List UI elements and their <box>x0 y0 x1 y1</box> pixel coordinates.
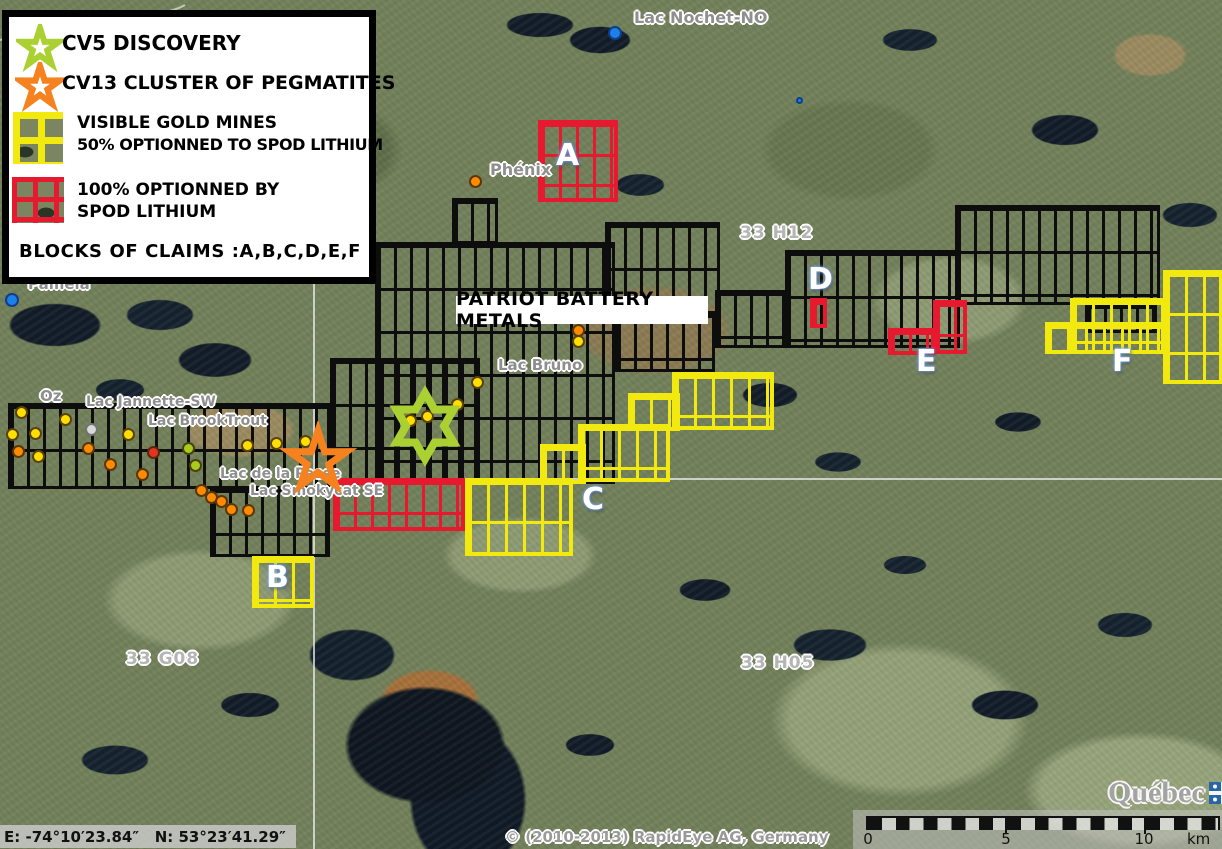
mineral-occurrence-dot <box>29 427 42 440</box>
mineral-occurrence-dot <box>242 504 255 517</box>
mineral-occurrence-dot <box>6 428 19 441</box>
claim-block-yellow <box>465 478 573 556</box>
scale-unit-km: km <box>1187 830 1210 848</box>
legend-panel: CV5 DISCOVERY CV13 CLUSTER OF PEGMATITES… <box>2 10 376 284</box>
quebec-watermark: Québec <box>1108 776 1222 810</box>
map-label-lac-brooktrout: Lac BrookTrout <box>148 413 267 429</box>
map-label-33h12: 33 H12 <box>740 223 813 243</box>
red-claim-grid-icon <box>12 177 64 223</box>
claim-block-yellow <box>1163 270 1222 384</box>
quebec-watermark-text: Québec <box>1108 776 1205 810</box>
mineral-occurrence-dot <box>15 406 28 419</box>
legend-spod-line1: 100% OPTIONNED BY <box>77 180 279 200</box>
scale-label-0: 0 <box>863 830 873 848</box>
mineral-occurrence-dot <box>572 335 585 348</box>
legend-blocks-label: BLOCKS OF CLAIMS :A,B,C,D,E,F <box>19 241 361 262</box>
mineral-occurrence-dot <box>5 293 19 307</box>
quebec-flag-icon <box>1209 782 1222 804</box>
claim-block-red <box>933 300 967 354</box>
claim-block-yellow <box>1045 322 1165 354</box>
mineral-occurrence-dot <box>225 503 238 516</box>
block-letter-d: D <box>808 262 833 297</box>
block-letter-a: A <box>556 138 579 173</box>
scale-bar: 0 5 10 km <box>853 810 1222 849</box>
coordinates-readout: E: -74°10′23.84″ N: 53°23′41.29″ <box>0 825 296 848</box>
claim-block-black <box>715 290 787 348</box>
yellow-claim-grid-icon <box>13 112 63 164</box>
block-letter-b: B <box>266 560 289 595</box>
legend-spod-line2: SPOD LITHIUM <box>77 202 216 222</box>
mineral-occurrence-dot <box>469 175 482 188</box>
map-label-lac-nochet: Lac Nochet-NO <box>634 8 767 27</box>
claim-block-yellow <box>578 424 670 482</box>
mineral-occurrence-dot <box>82 442 95 455</box>
mineral-occurrence-dot <box>32 450 45 463</box>
mineral-occurrence-dot <box>12 445 25 458</box>
block-letter-c: C <box>582 482 604 517</box>
mineral-occurrence-dot <box>104 458 117 471</box>
map-label-33g08: 33 G08 <box>126 649 199 669</box>
mineral-occurrence-dot <box>147 446 160 459</box>
patriot-battery-metals-label: PATRIOT BATTERY METALS <box>456 296 708 324</box>
map-label-lac-bruno: Lac Bruno <box>498 356 582 374</box>
mineral-occurrence-dot <box>796 97 803 104</box>
map-label-lac-jannette: Lac Jannette-SW <box>86 394 216 410</box>
cv5-discovery-star-icon <box>380 381 470 471</box>
mineral-occurrence-dot <box>471 376 484 389</box>
scale-label-5: 5 <box>1001 830 1011 848</box>
legend-cv5-label: CV5 DISCOVERY <box>62 31 241 55</box>
block-letter-e: E <box>916 344 937 379</box>
mineral-occurrence-dot <box>189 459 202 472</box>
legend-gold-line1: VISIBLE GOLD MINES <box>77 113 277 133</box>
mineral-occurrence-dot <box>59 413 72 426</box>
cv13-legend-star-icon <box>15 62 65 112</box>
legend-gold-line2: 50% OPTIONNED TO SPOD LITHIUM <box>77 135 383 154</box>
map-label-phenix: Phénix <box>490 160 551 179</box>
mineral-occurrence-dot <box>122 428 135 441</box>
cv13-cluster-star-icon <box>278 421 358 501</box>
mineral-occurrence-dot <box>608 26 622 40</box>
satellite-map[interactable]: Lac Nochet-NO Phénix 33 H12 Paméla Oz La… <box>0 0 1222 849</box>
block-letter-f: F <box>1112 344 1133 379</box>
legend-cv13-label: CV13 CLUSTER OF PEGMATITES <box>62 72 395 94</box>
mineral-occurrence-dot <box>182 442 195 455</box>
claim-block-black <box>452 198 498 244</box>
claim-block-black <box>955 205 1160 305</box>
mineral-occurrence-dot <box>136 468 149 481</box>
claim-block-red <box>810 298 827 328</box>
claim-block-yellow <box>672 372 774 430</box>
mineral-occurrence-dot <box>241 439 254 452</box>
imagery-attribution: © (2010-2013) RapidEye AG, Germany <box>505 828 829 846</box>
map-label-33h05: 33 H05 <box>741 653 814 673</box>
map-label-oz: Oz <box>40 387 61 405</box>
scale-ruler <box>866 816 1220 830</box>
scale-label-10: 10 <box>1134 830 1153 848</box>
mineral-occurrence-dot <box>85 423 98 436</box>
